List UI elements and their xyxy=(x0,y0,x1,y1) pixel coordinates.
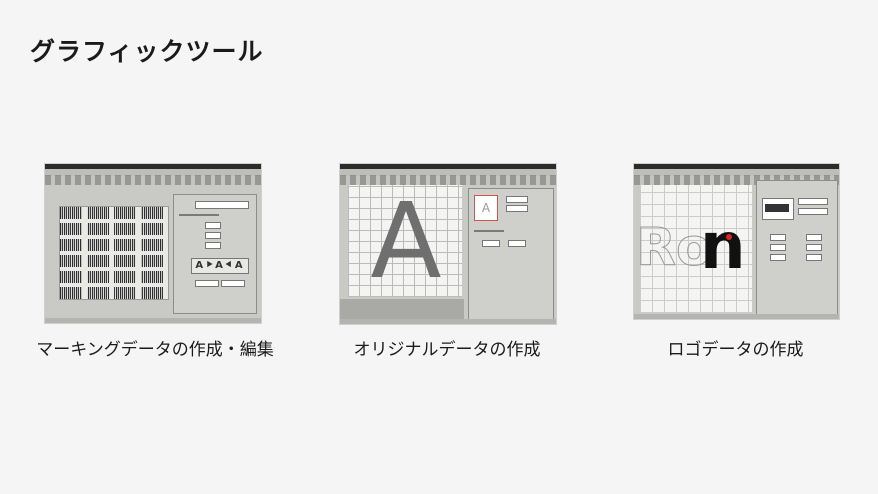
page-title: グラフィックツール xyxy=(30,37,264,66)
marking-data-screenshot[interactable]: A⯈A⯇A xyxy=(44,163,262,324)
glyph-a: A xyxy=(370,180,442,302)
marking-grid xyxy=(59,206,169,300)
caption-logo-data: ロゴデータの作成 xyxy=(667,340,804,360)
logo-glyph-n: n xyxy=(700,210,746,284)
caption-original-data: オリジナルデータの作成 xyxy=(353,340,541,360)
logo-data-screenshot[interactable]: Ro n xyxy=(633,163,840,320)
caption-marking-data: マーキングデータの作成・編集 xyxy=(36,340,274,360)
original-data-screenshot[interactable]: A A xyxy=(339,163,557,325)
